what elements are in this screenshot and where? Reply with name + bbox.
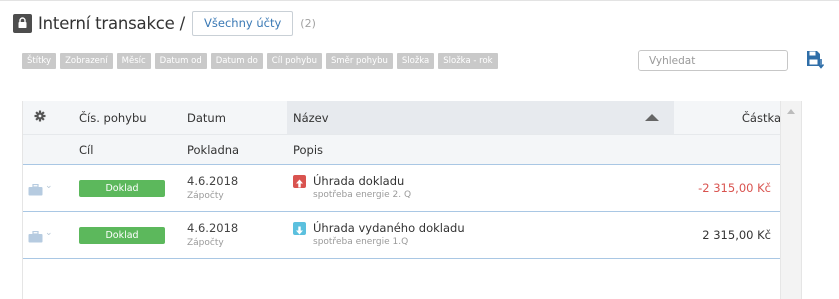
column-date[interactable]: Datum bbox=[187, 111, 226, 125]
save-export-icon[interactable] bbox=[806, 50, 825, 70]
filter-folder-year[interactable]: Složka - rok bbox=[438, 53, 498, 69]
row-description: spotřeba energie 2. Q bbox=[313, 190, 412, 200]
row-date: 4.6.2018 bbox=[187, 174, 239, 188]
record-count: (2) bbox=[300, 16, 316, 30]
lock-icon bbox=[13, 13, 32, 33]
filter-direction[interactable]: Směr pohybu bbox=[325, 53, 393, 69]
row-cashbox: Zápočty bbox=[187, 238, 224, 248]
transactions-table: Čís. pohybu Datum Název Částka Cíl Pokla… bbox=[22, 101, 802, 299]
type-badge: Doklad bbox=[79, 180, 165, 197]
column-amount[interactable]: Částka bbox=[742, 111, 781, 125]
briefcase-icon[interactable] bbox=[28, 181, 43, 196]
vertical-scrollbar[interactable] bbox=[780, 101, 801, 299]
table-row[interactable]: ⌄ Doklad 4.6.2018 Zápočty Úhrada dokladu… bbox=[23, 165, 781, 212]
column-name[interactable]: Název bbox=[293, 111, 329, 125]
filter-bar: Štítky Zobrazení Měsíc Datum od Datum do… bbox=[22, 53, 502, 74]
arrow-up-icon bbox=[293, 175, 306, 188]
filter-date-to[interactable]: Datum do bbox=[210, 53, 263, 69]
filter-target[interactable]: Cíl pohybu bbox=[266, 53, 322, 69]
row-amount: -2 315,00 Kč bbox=[698, 181, 771, 195]
page-title: Interní transakce / bbox=[38, 13, 186, 33]
sorted-column-highlight bbox=[287, 101, 674, 134]
sort-ascending-icon[interactable] bbox=[645, 114, 659, 121]
chevron-down-icon[interactable]: ⌄ bbox=[45, 181, 53, 191]
filter-view[interactable]: Zobrazení bbox=[60, 53, 113, 69]
row-amount: 2 315,00 Kč bbox=[702, 228, 771, 242]
filter-date-from[interactable]: Datum od bbox=[154, 53, 207, 69]
type-badge: Doklad bbox=[79, 227, 165, 244]
row-cashbox: Zápočty bbox=[187, 191, 224, 201]
filter-month[interactable]: Měsíc bbox=[116, 53, 151, 69]
table-header-row-1: Čís. pohybu Datum Název Částka bbox=[23, 101, 801, 135]
arrow-down-icon bbox=[293, 222, 306, 235]
column-number[interactable]: Čís. pohybu bbox=[79, 111, 147, 125]
top-divider bbox=[0, 0, 839, 1]
page-header: Interní transakce / Všechny účty (2) bbox=[13, 10, 316, 36]
filter-folder[interactable]: Složka bbox=[396, 53, 435, 69]
all-accounts-button[interactable]: Všechny účty bbox=[192, 10, 294, 36]
scroll-up-icon[interactable] bbox=[787, 109, 795, 114]
row-name[interactable]: Úhrada vydaného dokladu bbox=[313, 221, 465, 235]
column-cashbox[interactable]: Pokladna bbox=[187, 143, 239, 157]
row-description: spotřeba energie 1.Q bbox=[313, 237, 409, 247]
briefcase-icon[interactable] bbox=[28, 228, 43, 243]
column-description[interactable]: Popis bbox=[293, 143, 323, 157]
gear-icon[interactable] bbox=[34, 110, 46, 125]
table-header-row-2: Cíl Pokladna Popis bbox=[23, 135, 801, 165]
table-row[interactable]: ⌄ Doklad 4.6.2018 Zápočty Úhrada vydanéh… bbox=[23, 212, 781, 259]
search-input[interactable]: Vyhledat bbox=[638, 50, 788, 71]
row-name[interactable]: Úhrada dokladu bbox=[313, 174, 404, 188]
chevron-down-icon[interactable]: ⌄ bbox=[45, 228, 53, 238]
column-target[interactable]: Cíl bbox=[79, 143, 93, 157]
filter-tags[interactable]: Štítky bbox=[22, 53, 57, 69]
row-date: 4.6.2018 bbox=[187, 221, 239, 235]
